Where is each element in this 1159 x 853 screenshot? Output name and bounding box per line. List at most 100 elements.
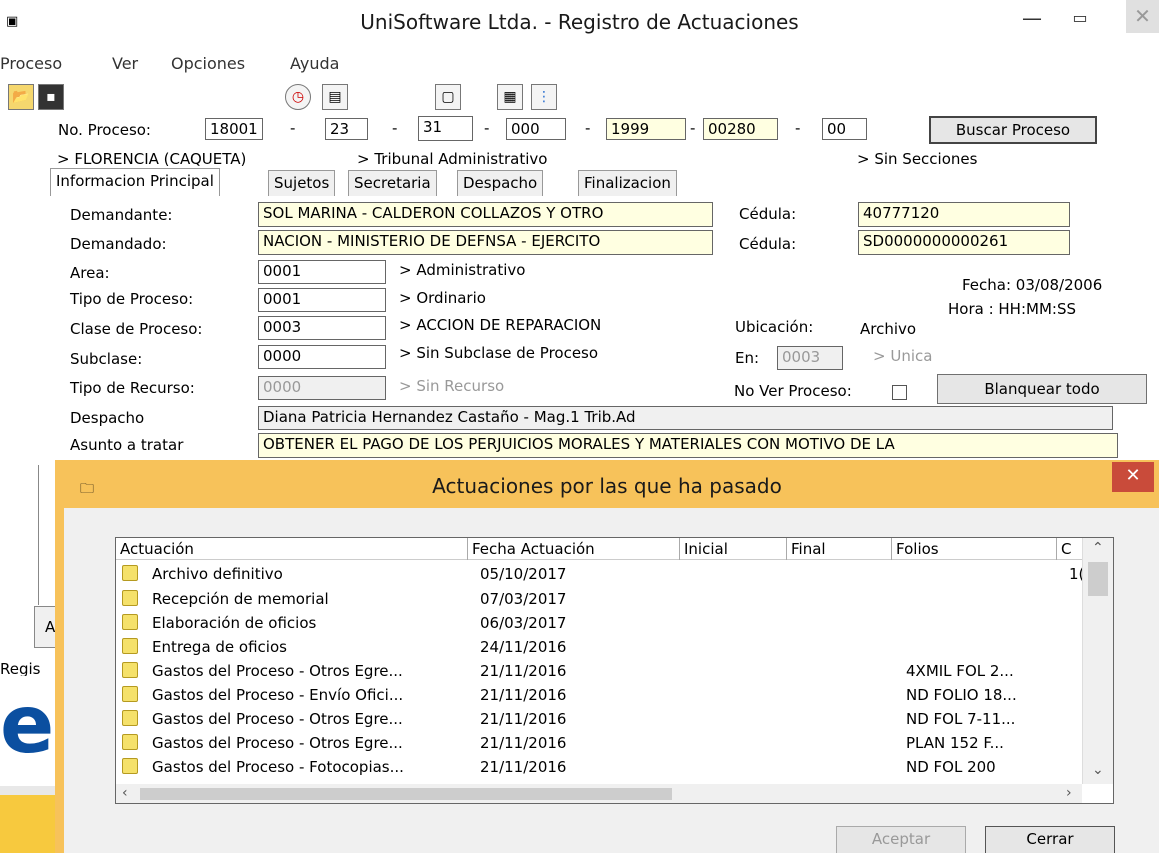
list-item[interactable]: Elaboración de oficios 06/03/2017	[116, 611, 1086, 635]
tree-icon[interactable]: ⋮	[531, 84, 557, 110]
tipo-recurso-description: > Sin Recurso	[399, 377, 505, 395]
tab-secretaria[interactable]: Secretaria	[348, 170, 437, 196]
subclase-description: > Sin Subclase de Proceso	[399, 344, 599, 362]
buscar-proceso-button[interactable]: Buscar Proceso	[929, 116, 1097, 144]
save-icon[interactable]: ▪	[38, 84, 64, 110]
menu-proceso[interactable]: Proceso	[0, 54, 62, 73]
list-item[interactable]: Gastos del Proceso - Fotocopias... 21/11…	[116, 755, 1086, 779]
ubicacion-value: Archivo	[860, 320, 917, 338]
column-folios[interactable]: Folios	[892, 538, 1057, 560]
asunto-label: Asunto a tratar	[70, 436, 184, 454]
tab-informacion-principal[interactable]: Informacion Principal	[50, 168, 220, 196]
list-item[interactable]: Gastos del Proceso - Otros Egre... 21/11…	[116, 659, 1086, 683]
proceso-part-6[interactable]: 00280	[703, 118, 778, 140]
no-ver-proceso-label: No Ver Proceso:	[734, 382, 852, 400]
new-page-icon[interactable]: ▢	[435, 84, 461, 110]
area-code-field[interactable]: 0001	[258, 260, 386, 284]
actuacion-cell: Gastos del Proceso - Otros Egre...	[152, 662, 403, 680]
calculator-icon[interactable]: ▦	[497, 84, 523, 110]
list-header: Actuación Fecha Actuación Inicial Final …	[116, 538, 1097, 560]
sections-label: > Sin Secciones	[857, 150, 978, 168]
cedula-label: Cédula:	[739, 205, 797, 223]
horizontal-scroll-thumb[interactable]	[140, 788, 672, 800]
separator: -	[392, 119, 398, 137]
menu-ayuda[interactable]: Ayuda	[290, 54, 339, 73]
actuacion-cell: Gastos del Proceso - Otros Egre...	[152, 734, 403, 752]
folder-icon	[122, 710, 138, 726]
cedula-label: Cédula:	[739, 235, 797, 253]
actuacion-cell: Gastos del Proceso - Otros Egre...	[152, 710, 403, 728]
folios-cell: ND FOL 7-11...	[906, 710, 1016, 728]
open-folder-icon[interactable]: 📂	[8, 84, 34, 110]
list-item[interactable]: Archivo definitivo 05/10/2017 1(	[116, 562, 1086, 586]
maximize-icon[interactable]: ▭	[1064, 8, 1096, 32]
cerrar-button[interactable]: Cerrar	[985, 826, 1115, 853]
proceso-part-5[interactable]: 1999	[606, 118, 686, 140]
dialog-title: Actuaciones por las que ha pasado	[432, 474, 782, 498]
asunto-field[interactable]: OBTENER EL PAGO DE LOS PERJUICIOS MORALE…	[258, 433, 1118, 458]
actuacion-cell: Recepción de memorial	[152, 590, 329, 608]
menu-bar: Proceso Ver Opciones Ayuda	[0, 46, 1159, 78]
clase-proceso-description: > ACCION DE REPARACION	[399, 316, 602, 334]
clase-proceso-code-field[interactable]: 0003	[258, 316, 386, 340]
demandado-field[interactable]: NACION - MINISTERIO DE DEFNSA - EJERCITO	[258, 230, 713, 255]
area-description: > Administrativo	[399, 261, 526, 279]
proceso-part-7[interactable]: 00	[822, 118, 867, 140]
scroll-up-icon[interactable]: ⌃	[1092, 540, 1104, 556]
ubicacion-label: Ubicación:	[735, 318, 814, 336]
toolbar: 📂 ▪ ◷ ▤ ▢ ▦ ⋮	[0, 80, 1159, 114]
en-code-field[interactable]: 0003	[777, 346, 843, 370]
menu-ver[interactable]: Ver	[112, 54, 138, 73]
menu-opciones[interactable]: Opciones	[171, 54, 245, 73]
fecha-cell: 24/11/2016	[480, 638, 567, 656]
scroll-left-icon[interactable]: ‹	[122, 785, 128, 801]
subclase-code-field[interactable]: 0000	[258, 345, 386, 369]
column-inicial[interactable]: Inicial	[680, 538, 787, 560]
list-item[interactable]: Entrega de oficios 24/11/2016	[116, 635, 1086, 659]
tipo-proceso-code-field[interactable]: 0001	[258, 288, 386, 312]
blanquear-todo-button[interactable]: Blanquear todo	[937, 374, 1147, 404]
close-window-icon[interactable]: ✕	[1126, 0, 1159, 33]
separator: -	[585, 119, 591, 137]
column-fecha[interactable]: Fecha Actuación	[468, 538, 680, 560]
fecha-cell: 21/11/2016	[480, 686, 567, 704]
vertical-scroll-thumb[interactable]	[1088, 562, 1108, 596]
no-ver-proceso-checkbox[interactable]	[892, 385, 907, 400]
column-actuacion[interactable]: Actuación	[116, 538, 468, 560]
actuaciones-list[interactable]: Actuación Fecha Actuación Inicial Final …	[115, 537, 1114, 804]
tab-strip: Informacion Principal Sujetos Secretaria…	[50, 168, 730, 196]
logo-yellow	[0, 795, 55, 853]
despacho-label: Despacho	[70, 409, 145, 427]
fecha-cell: 21/11/2016	[480, 710, 567, 728]
list-item[interactable]: Gastos del Proceso - Otros Egre... 21/11…	[116, 707, 1086, 731]
aceptar-button[interactable]: Aceptar	[836, 826, 966, 853]
tab-finalizacion[interactable]: Finalizacion	[578, 170, 677, 196]
proceso-part-1[interactable]: 18001	[205, 118, 263, 140]
document-icon[interactable]: ▤	[322, 84, 348, 110]
folios-cell: PLAN 152 F...	[906, 734, 1004, 752]
dialog-close-icon[interactable]: ✕	[1112, 462, 1154, 492]
demandante-field[interactable]: SOL MARINA - CALDERON COLLAZOS Y OTRO	[258, 202, 713, 227]
cedula-demandante-field[interactable]: 40777120	[858, 202, 1070, 227]
city-label: > FLORENCIA (CAQUETA)	[57, 150, 247, 168]
list-item[interactable]: Gastos del Proceso - Envío Ofici... 21/1…	[116, 683, 1086, 707]
hidden-button[interactable]: A	[34, 606, 56, 648]
tipo-recurso-code-field[interactable]: 0000	[258, 376, 386, 400]
tab-sujetos[interactable]: Sujetos	[268, 170, 336, 196]
tipo-proceso-label: Tipo de Proceso:	[70, 290, 194, 308]
tab-despacho[interactable]: Despacho	[457, 170, 544, 196]
scroll-down-icon[interactable]: ⌄	[1092, 762, 1104, 778]
proceso-part-3[interactable]: 31	[418, 116, 473, 141]
column-final[interactable]: Final	[787, 538, 892, 560]
scroll-right-icon[interactable]: ›	[1066, 785, 1072, 801]
fecha-cell: 06/03/2017	[480, 614, 567, 632]
despacho-field[interactable]: Diana Patricia Hernandez Castaño - Mag.1…	[258, 406, 1113, 430]
minimize-icon[interactable]: —	[1016, 8, 1048, 32]
fecha-cell: 21/11/2016	[480, 734, 567, 752]
cedula-demandado-field[interactable]: SD0000000000261	[858, 230, 1070, 255]
clock-icon[interactable]: ◷	[285, 84, 311, 110]
proceso-part-4[interactable]: 000	[506, 118, 566, 140]
list-item[interactable]: Recepción de memorial 07/03/2017	[116, 587, 1086, 611]
list-item[interactable]: Gastos del Proceso - Otros Egre... 21/11…	[116, 731, 1086, 755]
proceso-part-2[interactable]: 23	[325, 118, 368, 140]
